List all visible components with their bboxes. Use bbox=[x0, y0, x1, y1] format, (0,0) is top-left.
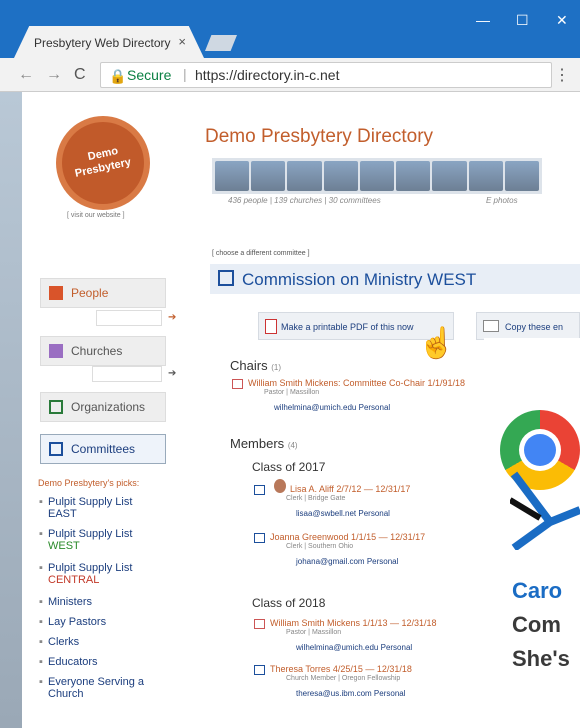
bullet-icon: ▪ bbox=[39, 562, 43, 574]
members-heading: Members (4) bbox=[230, 436, 298, 451]
pdf-button-label: Make a printable PDF of this now bbox=[281, 322, 414, 332]
pick-lay-pastors[interactable]: ▪ Lay Pastors bbox=[39, 616, 106, 628]
churches-go-arrow-icon[interactable]: ➔ bbox=[168, 368, 176, 379]
pick-pulpit-central[interactable]: ▪ Pulpit Supply List CENTRAL bbox=[39, 562, 132, 586]
visit-website-link[interactable]: [ visit our website ] bbox=[67, 212, 125, 219]
choose-committee-link[interactable]: [ choose a different committee ] bbox=[212, 250, 310, 257]
stick-figure-icon bbox=[510, 471, 580, 550]
organizations-label: Organizations bbox=[71, 400, 146, 414]
pick-pulpit-west[interactable]: ▪ Pulpit Supply List WEST bbox=[39, 528, 132, 552]
organizations-icon bbox=[49, 400, 63, 414]
vcard-icon[interactable] bbox=[254, 665, 265, 675]
committee-header: Commission on Ministry WEST bbox=[210, 264, 580, 294]
copy-button-label: Copy these en bbox=[505, 322, 564, 332]
new-tab-button[interactable] bbox=[205, 35, 237, 51]
back-icon[interactable]: ← bbox=[18, 66, 34, 84]
class-2017-heading: Class of 2017 bbox=[252, 460, 326, 474]
secure-label: Secure bbox=[127, 67, 172, 83]
directory-stats: 436 people | 139 churches | 30 committee… bbox=[228, 196, 381, 205]
minimize-icon[interactable]: — bbox=[476, 12, 490, 28]
churches-label: Churches bbox=[71, 344, 123, 358]
people-go-arrow-icon[interactable]: ➔ bbox=[168, 312, 176, 323]
bullet-icon: ▪ bbox=[39, 496, 43, 508]
browser-titlebar: Presbytery Web Directory × — ☐ ✕ bbox=[0, 0, 580, 60]
member-entry[interactable]: William Smith Mickens 1/1/13 — 12/31/18 … bbox=[254, 618, 484, 658]
pick-everyone-serving[interactable]: ▪ Everyone Serving a Church bbox=[39, 676, 144, 700]
picks-heading: Demo Presbytery's picks: bbox=[38, 478, 140, 488]
people-icon bbox=[49, 286, 63, 300]
hand-cursor-icon: ☝ bbox=[418, 327, 456, 360]
copy-emails-button[interactable]: Copy these en bbox=[476, 312, 580, 340]
bullet-icon: ▪ bbox=[39, 636, 43, 648]
bullet-icon: ▪ bbox=[39, 676, 43, 688]
promo-text-2: Com bbox=[512, 612, 561, 637]
committees-icon bbox=[49, 442, 63, 456]
churches-button[interactable]: Churches bbox=[40, 336, 166, 366]
tab-title: Presbytery Web Directory bbox=[34, 36, 171, 50]
pick-clerks[interactable]: ▪ Clerks bbox=[39, 636, 79, 648]
church-photo[interactable] bbox=[251, 161, 286, 191]
photos-link[interactable]: E photos bbox=[486, 196, 518, 205]
bullet-icon: ▪ bbox=[39, 596, 43, 608]
pick-ministers[interactable]: ▪ Ministers bbox=[39, 596, 92, 608]
committee-icon bbox=[218, 270, 234, 286]
browser-toolbar: ← → C 🔒 Secure | https://directory.in-c.… bbox=[0, 58, 580, 92]
close-window-icon[interactable]: ✕ bbox=[556, 12, 568, 29]
member-entry[interactable]: Lisa A. Aliff 2/7/12 — 12/31/17 Clerk | … bbox=[254, 484, 474, 524]
people-button[interactable]: People bbox=[40, 278, 166, 308]
tab-close-icon[interactable]: × bbox=[178, 34, 186, 49]
page-title: Demo Presbytery Directory bbox=[205, 126, 434, 147]
bullet-icon: ▪ bbox=[39, 656, 43, 668]
omnibox-separator: | bbox=[183, 66, 187, 82]
pick-educators[interactable]: ▪ Educators bbox=[39, 656, 98, 668]
forward-icon[interactable]: → bbox=[46, 66, 62, 84]
churches-search-input[interactable] bbox=[92, 366, 162, 382]
committees-button[interactable]: Committees bbox=[40, 434, 166, 464]
church-photo[interactable] bbox=[323, 161, 358, 191]
church-photo[interactable] bbox=[359, 161, 395, 191]
committee-title: Commission on Ministry WEST bbox=[242, 270, 477, 289]
lock-icon: 🔒 bbox=[109, 68, 127, 84]
people-search-input[interactable] bbox=[96, 310, 162, 326]
vcard-icon[interactable] bbox=[254, 619, 265, 629]
vcard-icon[interactable] bbox=[232, 379, 243, 389]
pdf-icon bbox=[265, 319, 277, 334]
maximize-icon[interactable]: ☐ bbox=[516, 12, 529, 29]
promo-text-1: Caro bbox=[512, 578, 563, 603]
browser-menu-icon[interactable]: ⋮ bbox=[554, 65, 570, 85]
promo-text-3: She's bbox=[512, 646, 570, 671]
church-photo[interactable] bbox=[215, 161, 250, 191]
organizations-button[interactable]: Organizations bbox=[40, 392, 166, 422]
class-2018-heading: Class of 2018 bbox=[252, 596, 326, 610]
presbytery-logo[interactable]: Demo Presbytery bbox=[62, 122, 144, 204]
church-photo[interactable] bbox=[287, 161, 322, 191]
church-photo[interactable] bbox=[468, 161, 503, 191]
church-photo[interactable] bbox=[396, 161, 431, 191]
pick-pulpit-east[interactable]: ▪ Pulpit Supply List EAST bbox=[39, 496, 132, 520]
vcard-icon[interactable] bbox=[254, 533, 265, 543]
member-entry[interactable]: Joanna Greenwood 1/1/15 — 12/31/17 Clerk… bbox=[254, 532, 474, 572]
desktop-background bbox=[0, 92, 22, 728]
vcard-icon[interactable] bbox=[254, 485, 265, 495]
member-entry[interactable]: Theresa Torres 4/25/15 — 12/31/18 Church… bbox=[254, 664, 484, 704]
bullet-icon: ▪ bbox=[39, 616, 43, 628]
committees-label: Committees bbox=[71, 442, 136, 456]
bullet-icon: ▪ bbox=[39, 528, 43, 540]
browser-tab[interactable]: Presbytery Web Directory × bbox=[14, 26, 204, 58]
church-photo[interactable] bbox=[432, 161, 467, 191]
churches-icon bbox=[49, 344, 63, 358]
address-bar[interactable]: 🔒 Secure | https://directory.in-c.net bbox=[100, 62, 552, 88]
chairs-heading: Chairs (1) bbox=[230, 358, 281, 373]
chair-entry[interactable]: William Smith Mickens: Committee Co-Chai… bbox=[232, 378, 492, 418]
photo-strip[interactable] bbox=[212, 158, 542, 194]
url-text[interactable]: https://directory.in-c.net bbox=[195, 67, 339, 83]
church-photo[interactable] bbox=[504, 161, 539, 191]
reload-icon[interactable]: C bbox=[74, 66, 86, 84]
people-label: People bbox=[71, 286, 109, 300]
copy-icon bbox=[483, 320, 499, 332]
